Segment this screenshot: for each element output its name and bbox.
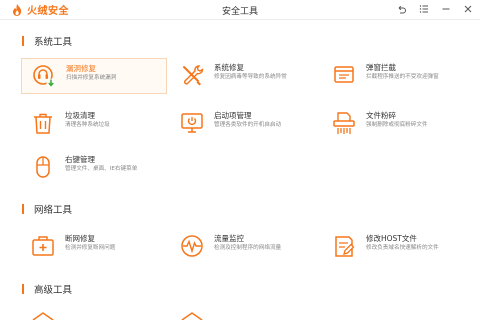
- tool-name: 启动项管理: [214, 111, 252, 120]
- partial-tool-icon: [181, 312, 203, 320]
- tool-name: 漏洞修复: [66, 64, 96, 73]
- section-marker: [22, 284, 24, 294]
- tool-startup-manager[interactable]: 启动项管理 管理各类软件的开机自启动: [170, 106, 316, 142]
- tool-trash-clean[interactable]: 垃圾清理 清理各种系统垃圾: [21, 106, 167, 142]
- file-shred-icon: [330, 109, 358, 137]
- tool-name: 弹窗拦截: [366, 63, 396, 72]
- tool-popup-block[interactable]: 弹窗拦截 拦截程序推送的不受欢迎弹窗: [322, 58, 468, 94]
- section-network-tools: 网络工具: [22, 202, 72, 216]
- tool-name: 右键管理: [65, 155, 95, 164]
- tool-name: 垃圾清理: [65, 111, 95, 120]
- section-title: 高级工具: [34, 285, 73, 296]
- tool-host-file[interactable]: 修改HOST文件 修改负责域名快速解析的文件: [322, 229, 468, 265]
- tool-traffic-monitor[interactable]: 流量监控 检测及控制程序的网络流量: [170, 229, 316, 265]
- tool-desc: 管理文件、桌面、IE右键菜单: [65, 166, 138, 172]
- close-icon[interactable]: [462, 3, 474, 15]
- tool-name: 修改HOST文件: [366, 234, 417, 243]
- section-system-tools: 系统工具: [22, 34, 72, 48]
- minimize-icon[interactable]: [440, 3, 452, 15]
- traffic-monitor-icon: [178, 232, 206, 260]
- tool-desc: 管理各类软件的开机自启动: [214, 122, 282, 128]
- tool-desc: 强制删除或彻底粉碎文件: [366, 122, 428, 128]
- section-marker: [22, 36, 24, 46]
- section-title: 系统工具: [34, 37, 73, 48]
- tool-desc: 修复因病毒等导致的系统异常: [214, 74, 287, 80]
- tool-desc: 扫描并修复系统漏洞: [66, 75, 117, 81]
- tool-right-click-manager[interactable]: 右键管理 管理文件、桌面、IE右键菜单: [21, 150, 167, 186]
- network-fix-icon: [29, 232, 57, 260]
- startup-icon: [178, 109, 206, 137]
- vulnerability-fix-icon: [30, 62, 58, 90]
- popup-block-icon: [330, 61, 358, 89]
- trash-icon: [29, 109, 57, 137]
- tool-network-fix[interactable]: 断网修复 检测并修复断网问题: [21, 229, 167, 265]
- tool-name: 系统修复: [214, 63, 244, 72]
- host-file-icon: [330, 232, 358, 260]
- tool-system-repair[interactable]: 系统修复 修复因病毒等导致的系统异常: [170, 58, 316, 94]
- restore-icon[interactable]: [396, 3, 408, 15]
- tool-desc: 清理各种系统垃圾: [65, 122, 110, 128]
- system-repair-icon: [178, 61, 206, 89]
- tool-desc: 检测并修复断网问题: [65, 245, 116, 251]
- menu-icon[interactable]: [418, 3, 430, 15]
- title-bar: 火绒安全 安全工具: [0, 0, 480, 20]
- section-title: 网络工具: [34, 205, 73, 216]
- tool-name: 文件粉碎: [366, 111, 396, 120]
- partial-tool-icon: [32, 312, 54, 320]
- tool-desc: 修改负责域名快速解析的文件: [366, 245, 439, 251]
- mouse-icon: [29, 153, 57, 181]
- tool-name: 断网修复: [65, 234, 95, 243]
- tool-file-shred[interactable]: 文件粉碎 强制删除或彻底粉碎文件: [322, 106, 468, 142]
- tool-desc: 检测及控制程序的网络流量: [214, 245, 282, 251]
- section-marker: [22, 204, 24, 214]
- tool-name: 流量监控: [214, 234, 244, 243]
- window-controls: [396, 3, 474, 15]
- section-advanced-tools: 高级工具: [22, 282, 72, 296]
- tool-desc: 拦截程序推送的不受欢迎弹窗: [366, 74, 439, 80]
- tool-vulnerability-fix[interactable]: 漏洞修复 扫描并修复系统漏洞: [21, 58, 167, 94]
